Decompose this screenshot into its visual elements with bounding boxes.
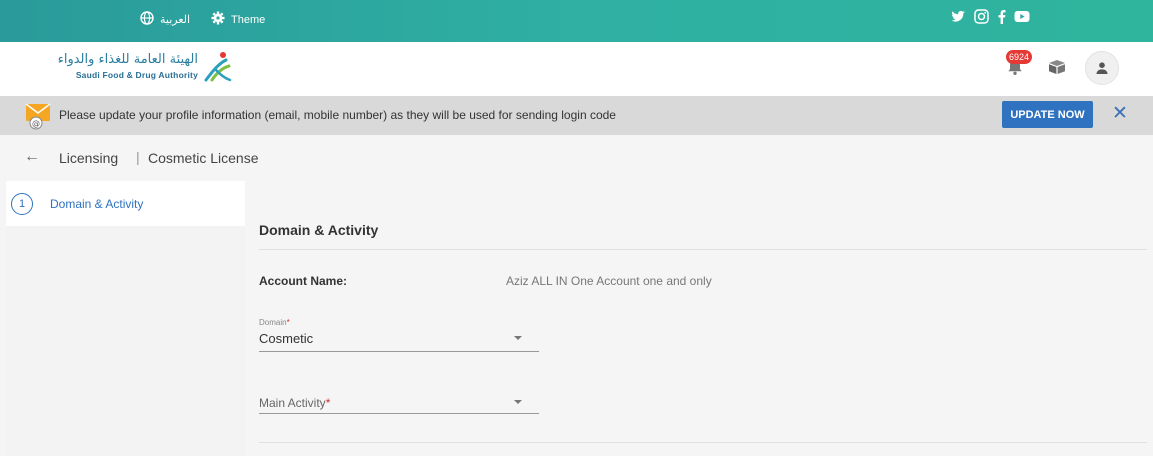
profile-update-notice: @ Please update your profile information…	[0, 96, 1153, 135]
breadcrumb-licensing[interactable]: Licensing	[59, 150, 118, 166]
account-name-label: Account Name:	[259, 274, 348, 288]
notice-message: Please update your profile information (…	[59, 108, 616, 122]
twitter-icon[interactable]	[950, 10, 966, 24]
youtube-icon[interactable]	[1014, 10, 1030, 23]
logo-arabic-text: الهيئة العامة للغذاء والدواء	[57, 52, 198, 67]
domain-field-label: Domain*	[259, 318, 290, 327]
step-number: 1	[11, 193, 33, 215]
svg-text:@: @	[32, 119, 40, 128]
main-content	[245, 181, 1153, 456]
domain-label-text: Domain	[259, 318, 287, 327]
user-icon	[1096, 62, 1108, 74]
divider	[259, 442, 1147, 443]
theme-label: Theme	[231, 13, 266, 26]
back-arrow-icon[interactable]: ←	[24, 148, 40, 166]
main-activity-underline	[259, 413, 539, 414]
box-icon[interactable]	[1047, 59, 1067, 75]
notification-badge: 6924	[1006, 50, 1033, 64]
chevron-down-icon[interactable]	[514, 336, 522, 340]
main-activity-select[interactable]: Main Activity*	[259, 396, 330, 410]
breadcrumb-separator: |	[136, 149, 140, 165]
required-mark: *	[325, 396, 331, 410]
step-label: Domain & Activity	[50, 197, 144, 211]
social-links	[950, 9, 1030, 24]
language-label: العربية	[160, 14, 191, 26]
domain-underline	[259, 351, 539, 352]
facebook-icon[interactable]	[997, 9, 1006, 24]
domain-select[interactable]: Cosmetic	[259, 331, 313, 346]
required-mark: *	[286, 318, 290, 327]
globe-icon	[140, 11, 154, 28]
gear-icon	[211, 11, 225, 28]
language-switch[interactable]: العربية	[140, 11, 190, 28]
main-activity-label: Main Activity	[259, 396, 326, 410]
sfda-logo[interactable]: الهيئة العامة للغذاء والدواء Saudi Food …	[22, 50, 232, 88]
update-now-button[interactable]: UPDATE NOW	[1002, 101, 1093, 128]
chevron-down-icon[interactable]	[514, 400, 522, 404]
logo-mark-icon	[204, 52, 232, 82]
section-title: Domain & Activity	[259, 222, 379, 238]
theme-switch[interactable]: Theme	[211, 11, 265, 28]
instagram-icon[interactable]	[974, 9, 989, 24]
logo-english-text: Saudi Food & Drug Authority	[75, 70, 198, 80]
divider	[259, 249, 1147, 250]
envelope-icon: @	[25, 103, 51, 130]
account-name-value: Aziz ALL IN One Account one and only	[506, 274, 712, 288]
avatar[interactable]	[1085, 51, 1119, 85]
close-icon[interactable]: ✕	[1112, 103, 1128, 125]
header: الهيئة العامة للغذاء والدواء Saudi Food …	[0, 42, 1153, 96]
top-bar: العربية Theme	[0, 0, 1153, 42]
breadcrumb-cosmetic-license: Cosmetic License	[148, 150, 259, 166]
